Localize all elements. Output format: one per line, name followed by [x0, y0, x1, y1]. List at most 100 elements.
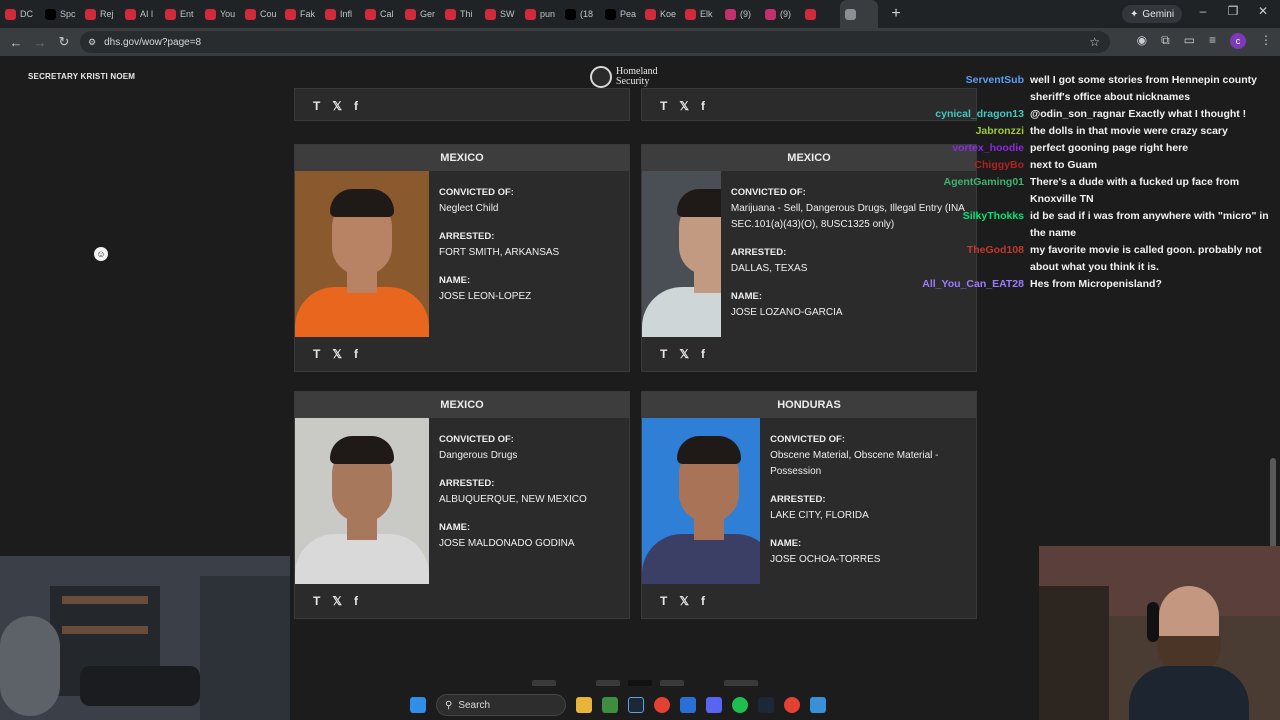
app-icon[interactable]	[732, 697, 748, 713]
pager-item[interactable]	[660, 680, 684, 686]
tab-favicon-icon	[725, 8, 736, 20]
app-icon[interactable]	[602, 697, 618, 713]
facebook-icon[interactable]: f	[701, 347, 705, 361]
tab-title: You	[220, 9, 236, 19]
extension-icon[interactable]: ◉	[1137, 33, 1147, 49]
chat-username[interactable]: ServentSub	[920, 72, 1030, 106]
x-icon[interactable]: 𝕏	[679, 347, 689, 361]
truth-social-icon[interactable]: T	[660, 347, 667, 361]
truth-social-icon[interactable]: T	[313, 99, 320, 113]
profile-card: MEXICO CONVICTED OF: Dangerous Drugs ARREST…	[294, 391, 630, 619]
tab-favicon-icon	[125, 8, 136, 20]
profile-card: HONDURAS CONVICTED OF: Obscene Material, O…	[641, 391, 977, 619]
facebook-icon[interactable]: f	[354, 99, 358, 113]
browser-tab[interactable]: DC	[0, 0, 40, 28]
chat-username[interactable]: SilkyThokks	[920, 208, 1030, 242]
pager-item[interactable]	[596, 680, 620, 686]
media-icon[interactable]: ≡	[1209, 33, 1216, 49]
browser-tab[interactable]: Ent	[160, 0, 200, 28]
pager-item[interactable]	[532, 680, 556, 686]
browser-tab[interactable]: Thi	[440, 0, 480, 28]
truth-social-icon[interactable]: T	[660, 594, 667, 608]
gemini-button[interactable]: ✦ Gemini	[1122, 5, 1183, 23]
truth-social-icon[interactable]: T	[313, 347, 320, 361]
facebook-icon[interactable]: f	[701, 99, 705, 113]
steam-icon[interactable]	[628, 697, 644, 713]
url-bar[interactable]: ⚙ dhs.gov/wow?page=8 ☆	[80, 31, 1110, 53]
browser-tab[interactable]: Elk	[680, 0, 720, 28]
chat-username[interactable]: ChiggyBo	[920, 157, 1030, 174]
discord-icon[interactable]	[706, 697, 722, 713]
chat-username[interactable]: All_You_Can_EAT28	[920, 276, 1030, 293]
facebook-icon[interactable]: f	[701, 594, 705, 608]
browser-tab[interactable]: You	[200, 0, 240, 28]
tab-favicon-icon	[445, 8, 456, 20]
chrome-icon[interactable]	[784, 697, 800, 713]
x-icon[interactable]: 𝕏	[332, 347, 342, 361]
browser-tab[interactable]: Cal	[360, 0, 400, 28]
browser-tab[interactable]: AI l	[120, 0, 160, 28]
browser-tab[interactable]	[800, 0, 840, 28]
minimize-button[interactable]: –	[1188, 4, 1218, 18]
app-icon[interactable]	[680, 697, 696, 713]
split-view-icon[interactable]: ▭	[1184, 33, 1195, 49]
new-tab-button[interactable]: +	[884, 5, 908, 23]
browser-tab[interactable]: Spc	[40, 0, 80, 28]
chat-username[interactable]: vortex_hoodie	[920, 140, 1030, 157]
browser-tab[interactable]: Pea	[600, 0, 640, 28]
browser-tab[interactable]: (9)	[720, 0, 760, 28]
chrome-icon[interactable]	[654, 697, 670, 713]
chat-username[interactable]: AgentGaming01	[920, 174, 1030, 208]
forward-button[interactable]: →	[28, 35, 52, 50]
browser-tab[interactable]: SW	[480, 0, 520, 28]
chat-username[interactable]: TheGod108	[920, 242, 1030, 276]
tab-title: Ent	[180, 9, 194, 19]
maximize-button[interactable]: ❐	[1218, 4, 1248, 18]
pager-next[interactable]	[724, 680, 758, 686]
chat-username[interactable]: Jabronzzi	[920, 123, 1030, 140]
truth-social-icon[interactable]: T	[313, 594, 320, 608]
app-icon[interactable]	[810, 697, 826, 713]
browser-tab[interactable]: Fak	[280, 0, 320, 28]
pager-item-current[interactable]	[628, 680, 652, 686]
chat-text: perfect gooning page right here	[1030, 142, 1189, 154]
name-label: NAME:	[770, 538, 802, 549]
sparkle-icon: ✦	[1130, 8, 1139, 20]
extensions-puzzle-icon[interactable]: ⧉	[1161, 33, 1170, 49]
back-button[interactable]: ←	[4, 35, 28, 50]
search-icon: ⚲	[445, 699, 453, 711]
browser-tab[interactable]	[840, 0, 878, 28]
taskbar-search[interactable]: ⚲ Search	[436, 694, 566, 716]
truth-social-icon[interactable]: T	[660, 99, 667, 113]
arrested-value: FORT SMITH, ARKANSAS	[439, 247, 560, 258]
x-icon[interactable]: 𝕏	[332, 99, 342, 113]
x-icon[interactable]: 𝕏	[679, 594, 689, 608]
browser-tab[interactable]: Koe	[640, 0, 680, 28]
steam-icon[interactable]	[758, 697, 774, 713]
facebook-icon[interactable]: f	[354, 347, 358, 361]
x-icon[interactable]: 𝕏	[679, 99, 689, 113]
browser-tab[interactable]: Cou	[240, 0, 280, 28]
browser-tab[interactable]: Rej	[80, 0, 120, 28]
close-window-button[interactable]: ✕	[1248, 4, 1278, 18]
secretary-link[interactable]: SECRETARY KRISTI NOEM	[28, 72, 135, 81]
browser-tab[interactable]: (18	[560, 0, 600, 28]
page-scrollbar[interactable]	[1270, 458, 1276, 548]
accessibility-icon[interactable]: ☺	[94, 247, 108, 261]
browser-tab[interactable]: pun	[520, 0, 560, 28]
browser-tab[interactable]: Infl	[320, 0, 360, 28]
x-icon[interactable]: 𝕏	[332, 594, 342, 608]
file-explorer-icon[interactable]	[576, 697, 592, 713]
facebook-icon[interactable]: f	[354, 594, 358, 608]
profile-avatar[interactable]: c	[1230, 33, 1246, 49]
site-info-icon[interactable]: ⚙	[88, 37, 96, 48]
windows-start-icon[interactable]	[410, 697, 426, 713]
browser-tab[interactable]: (9)	[760, 0, 800, 28]
menu-icon[interactable]: ⋮	[1260, 33, 1272, 49]
dhs-logo[interactable]: Homeland Security	[590, 66, 658, 88]
tab-favicon-icon	[285, 8, 296, 20]
chat-username[interactable]: cynical_dragon13	[920, 106, 1030, 123]
browser-tab[interactable]: Ger	[400, 0, 440, 28]
reload-button[interactable]: ↻	[52, 34, 76, 50]
bookmark-star-icon[interactable]: ☆	[1089, 35, 1100, 49]
